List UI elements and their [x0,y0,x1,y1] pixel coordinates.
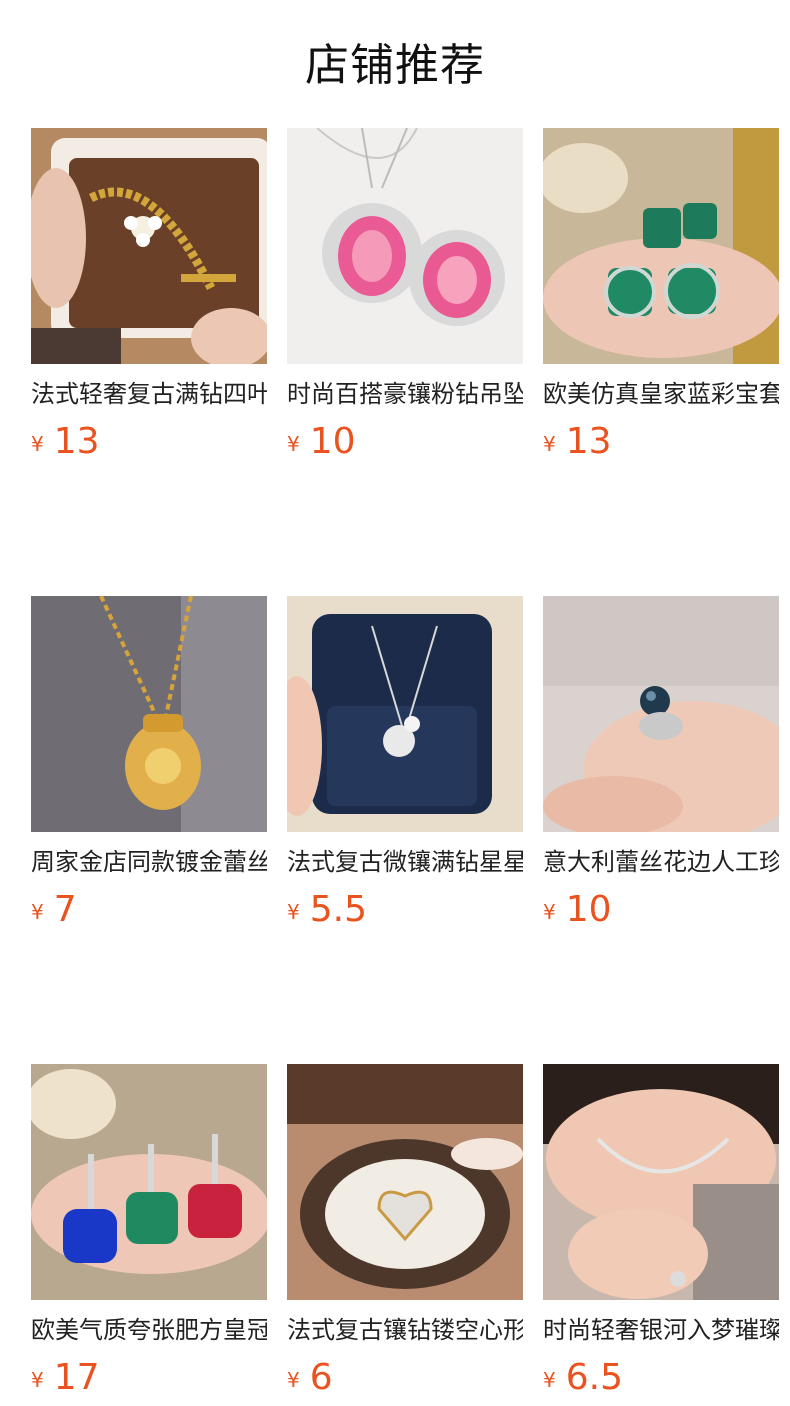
product-price: ¥17 [31,1356,267,1400]
price-value: 7 [53,889,77,930]
product-title[interactable]: 法式轻奢复古满钻四叶草手镯 [31,378,267,410]
product-image[interactable] [543,128,779,364]
product-price: ¥6 [287,1356,523,1400]
product-title[interactable]: 时尚轻奢银河入梦璀璨项链 [543,1314,779,1346]
product-price: ¥13 [31,420,267,464]
product-image[interactable] [287,1064,523,1300]
product-price: ¥6.5 [543,1356,779,1400]
price-value: 13 [565,421,612,462]
header: 店铺推荐 [0,0,790,128]
product-grid: 法式轻奢复古满钻四叶草手镯 ¥13 时尚百搭豪镶粉钻吊坠项链 ¥10 [31,128,779,1400]
product-title[interactable]: 意大利蕾丝花边人工珍珠戒指 [543,846,779,878]
product-card[interactable]: 意大利蕾丝花边人工珍珠戒指 ¥10 [543,596,779,932]
price-value: 10 [565,889,612,930]
product-image[interactable] [287,128,523,364]
currency-symbol: ¥ [287,1368,300,1392]
product-card[interactable]: 欧美仿真皇家蓝彩宝套装 ¥13 [543,128,779,464]
product-price: ¥5.5 [287,888,523,932]
currency-symbol: ¥ [543,432,556,456]
product-card[interactable]: 欧美气质夸张肥方皇冠吊坠 ¥17 [31,1064,267,1400]
price-value: 6 [309,1357,333,1398]
price-value: 5.5 [309,889,367,930]
price-value: 13 [53,421,100,462]
currency-symbol: ¥ [543,1368,556,1392]
product-card[interactable]: 法式复古镶钻镂空心形戒指 ¥6 [287,1064,523,1400]
product-card[interactable]: 时尚轻奢银河入梦璀璨项链 ¥6.5 [543,1064,779,1400]
product-image[interactable] [543,1064,779,1300]
product-title[interactable]: 时尚百搭豪镶粉钻吊坠项链 [287,378,523,410]
currency-symbol: ¥ [543,900,556,924]
currency-symbol: ¥ [287,432,300,456]
product-title[interactable]: 周家金店同款镀金蕾丝福袋项链 [31,846,267,878]
product-card[interactable]: 法式轻奢复古满钻四叶草手镯 ¥13 [31,128,267,464]
product-title[interactable]: 欧美气质夸张肥方皇冠吊坠 [31,1314,267,1346]
product-price: ¥10 [543,888,779,932]
product-image[interactable] [31,128,267,364]
product-card[interactable]: 法式复古微镶满钻星星项链 ¥5.5 [287,596,523,932]
product-image[interactable] [543,596,779,832]
product-price: ¥13 [543,420,779,464]
product-image[interactable] [31,596,267,832]
currency-symbol: ¥ [31,1368,44,1392]
price-value: 6.5 [565,1357,623,1398]
price-value: 17 [53,1357,100,1398]
product-card[interactable]: 周家金店同款镀金蕾丝福袋项链 ¥7 [31,596,267,932]
currency-symbol: ¥ [31,900,44,924]
product-title[interactable]: 法式复古镶钻镂空心形戒指 [287,1314,523,1346]
product-price: ¥10 [287,420,523,464]
page-title: 店铺推荐 [305,40,485,91]
product-image[interactable] [31,1064,267,1300]
product-title[interactable]: 法式复古微镶满钻星星项链 [287,846,523,878]
currency-symbol: ¥ [287,900,300,924]
product-price: ¥7 [31,888,267,932]
product-image[interactable] [287,596,523,832]
product-title[interactable]: 欧美仿真皇家蓝彩宝套装 [543,378,779,410]
price-value: 10 [309,421,356,462]
product-card[interactable]: 时尚百搭豪镶粉钻吊坠项链 ¥10 [287,128,523,464]
currency-symbol: ¥ [31,432,44,456]
